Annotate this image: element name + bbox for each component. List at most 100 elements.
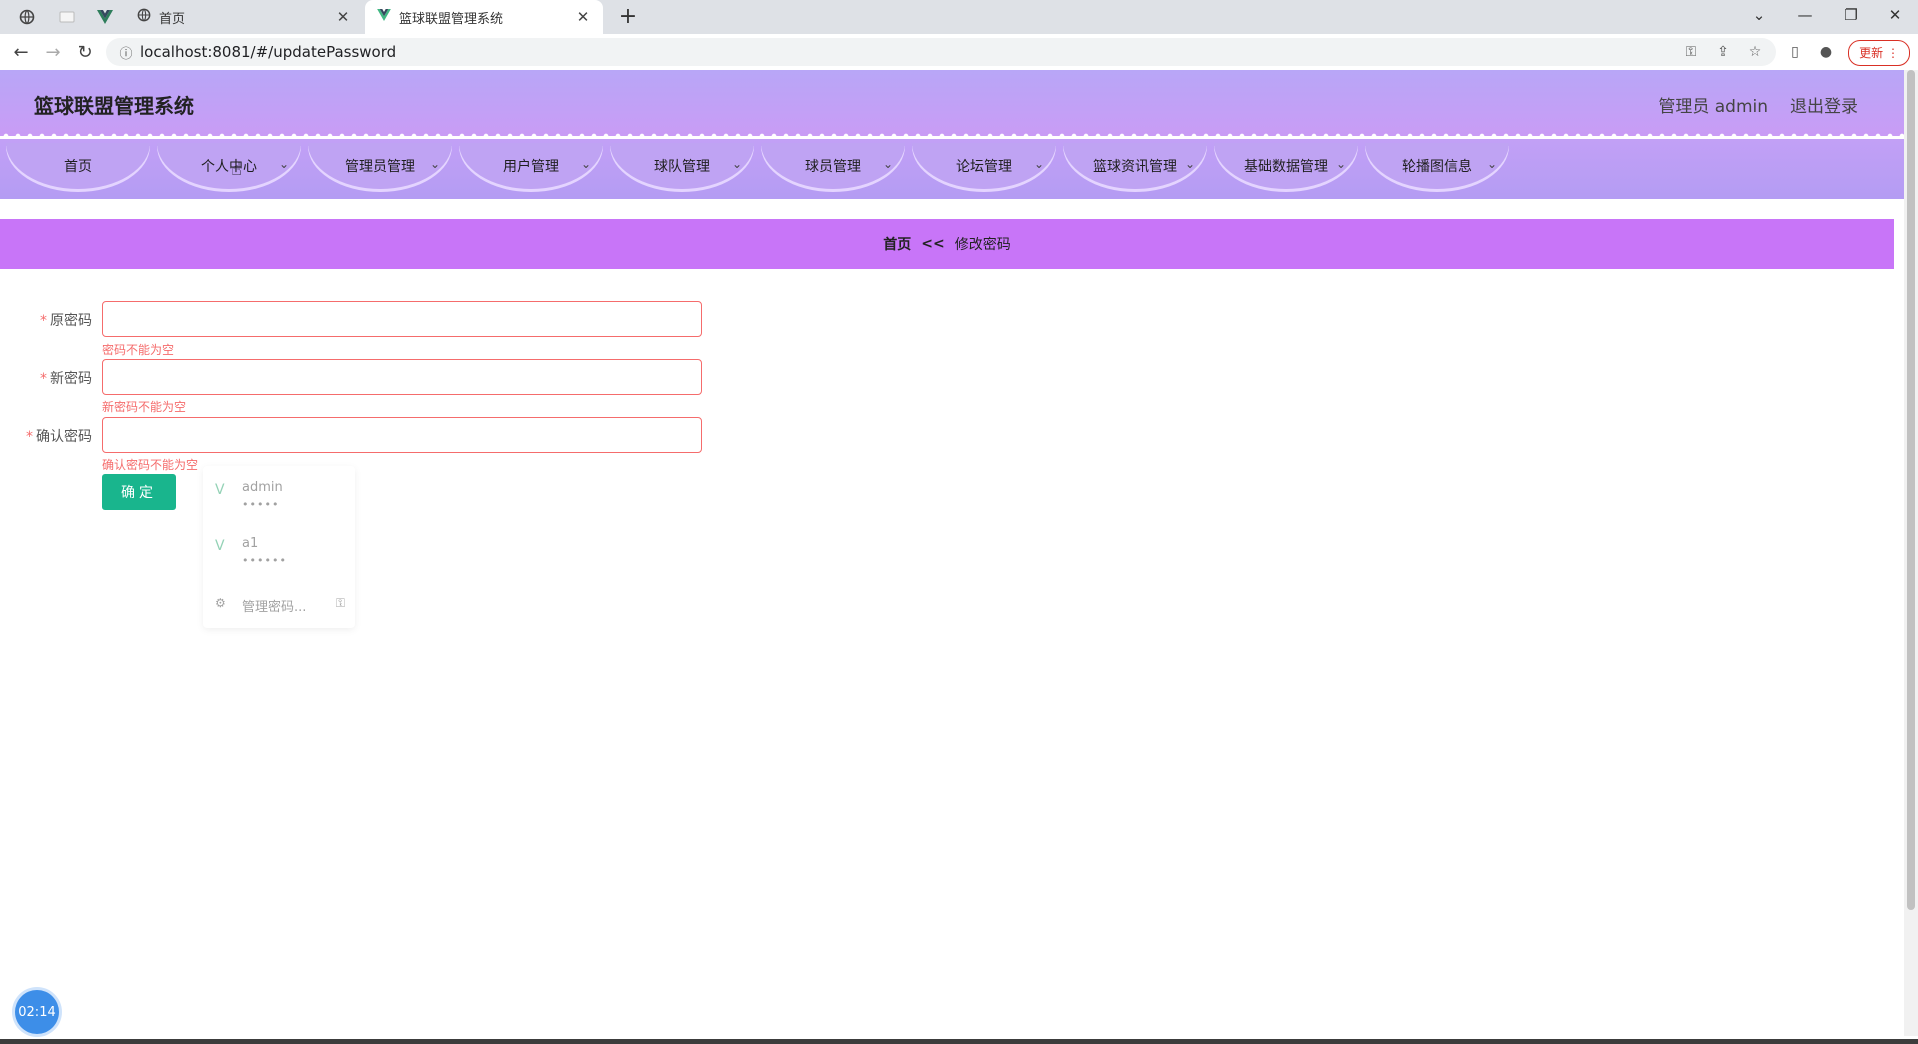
new-password-error: 新密码不能为空 (102, 400, 187, 414)
menu-item-label: 用户管理 (503, 159, 559, 175)
browser-tab-strip: 首页 ✕ 篮球联盟管理系统 ✕ + ⌄ — ❐ ✕ (0, 0, 1918, 34)
globe-icon (137, 8, 151, 26)
back-arrow-icon[interactable]: ← (8, 39, 34, 65)
taskbar-edge (0, 1039, 1918, 1044)
vue-logo-icon: V (215, 482, 225, 498)
new-password-input[interactable] (102, 359, 702, 395)
new-password-label: * 新密码 (0, 368, 92, 388)
forward-arrow-icon[interactable]: → (40, 39, 66, 65)
menu-item-label: 篮球资讯管理 (1093, 159, 1177, 175)
required-mark: * (40, 371, 47, 387)
restore-icon[interactable]: ❐ (1828, 0, 1874, 30)
side-panel-icon[interactable]: ▯ (1785, 42, 1805, 62)
vue-logo-icon: V (215, 538, 225, 554)
saved-password-mask: ••••• (242, 498, 280, 511)
pinned-tab-vue-icon[interactable] (94, 6, 116, 28)
app-header: 篮球联盟管理系统 管理员 admin 退出登录 (0, 70, 1904, 136)
old-password-input[interactable] (102, 301, 702, 337)
new-tab-button[interactable]: + (615, 4, 641, 30)
pinned-tab-globe-icon[interactable] (16, 6, 38, 28)
breadcrumb-home[interactable]: 首页 (883, 234, 911, 254)
window-close-icon[interactable]: ✕ (1872, 0, 1918, 30)
chevron-down-icon: ⌄ (278, 157, 289, 171)
menu-item-label: 基础数据管理 (1244, 159, 1328, 175)
share-icon[interactable]: ⇪ (1713, 42, 1733, 62)
logout-link[interactable]: 退出登录 (1790, 92, 1858, 117)
chevron-down-icon: ⌄ (580, 157, 591, 171)
minimize-icon[interactable]: — (1782, 0, 1828, 30)
required-mark: * (40, 313, 47, 329)
menu-item-news-management[interactable]: 篮球资讯管理 ⌄ (1063, 143, 1207, 189)
field-label-text: 新密码 (50, 371, 92, 387)
scrollbar-thumb[interactable] (1907, 70, 1915, 910)
saved-credential-a1[interactable]: V a1 •••••• (203, 526, 355, 576)
saved-username: a1 (242, 536, 259, 551)
tab-title: 首页 (159, 11, 186, 27)
menu-item-carousel-info[interactable]: 轮播图信息 ⌄ (1365, 143, 1509, 189)
close-icon[interactable]: ✕ (575, 8, 591, 26)
close-icon[interactable]: ✕ (335, 8, 351, 26)
confirm-password-error: 确认密码不能为空 (102, 458, 199, 472)
url-text[interactable]: localhost:8081/#/updatePassword (140, 43, 396, 61)
chevron-down-icon: ⌄ (1033, 157, 1044, 171)
floating-clock-badge[interactable]: 02:14 (15, 990, 59, 1034)
required-mark: * (26, 429, 33, 445)
key-icon[interactable]: ⚿ (1681, 42, 1701, 62)
tab-title: 篮球联盟管理系统 (399, 11, 504, 27)
reload-icon[interactable]: ↻ (72, 39, 98, 65)
key-icon: ⚿ (335, 596, 345, 610)
pinned-tab-blank-icon[interactable] (56, 6, 78, 28)
breadcrumb-current: 修改密码 (954, 237, 1011, 253)
menu-item-label: 首页 (64, 159, 92, 175)
manage-passwords-item[interactable]: ⚙ 管理密码... ⚿ (203, 590, 355, 620)
menu-item-label: 管理员管理 (345, 159, 415, 175)
saved-password-mask: •••••• (242, 554, 287, 567)
page-scrollbar[interactable] (1904, 70, 1918, 1036)
mouse-pointer-icon: ☝ (231, 159, 242, 180)
old-password-error: 密码不能为空 (102, 343, 175, 357)
settings-icon: ⚙ (215, 596, 226, 610)
manage-passwords-label: 管理密码... (242, 600, 307, 615)
menu-item-label: 论坛管理 (956, 159, 1012, 175)
saved-password-popup: V admin ••••• V a1 •••••• ⚙ 管理密码... ⚿ (203, 466, 355, 628)
menu-item-team-management[interactable]: 球队管理 ⌄ (610, 143, 754, 189)
confirm-button[interactable]: 确定 (102, 474, 176, 510)
chevron-down-icon: ⌄ (731, 157, 742, 171)
confirm-password-label: * 确认密码 (0, 426, 92, 446)
field-label-text: 确认密码 (36, 429, 92, 445)
address-toolbar: ← → ↻ ⓘ localhost:8081/#/updatePassword … (0, 34, 1918, 71)
address-bar[interactable]: ⓘ localhost:8081/#/updatePassword (106, 38, 1776, 66)
menu-item-label: 轮播图信息 (1402, 159, 1472, 175)
chevron-down-icon: ⌄ (429, 157, 440, 171)
chevron-down-icon: ⌄ (1335, 157, 1346, 171)
tab-search-icon[interactable]: ⌄ (1736, 0, 1782, 30)
profile-avatar-icon[interactable]: ● (1816, 42, 1836, 62)
site-info-icon[interactable]: ⓘ (112, 43, 140, 62)
saved-credential-admin[interactable]: V admin ••••• (203, 470, 355, 520)
menu-item-admin-management[interactable]: 管理员管理 ⌄ (308, 143, 452, 189)
menu-item-player-management[interactable]: 球员管理 ⌄ (761, 143, 905, 189)
bookmark-star-icon[interactable]: ☆ (1745, 42, 1765, 62)
menu-item-base-data-management[interactable]: 基础数据管理 ⌄ (1214, 143, 1358, 189)
main-nav-menu: 首页 个人中心 ⌄ 管理员管理 ⌄ 用户管理 ⌄ 球队管理 ⌄ 球员管理 ⌄ 论… (0, 139, 1904, 199)
browser-update-button[interactable]: 更新 ⋮ (1848, 40, 1910, 66)
menu-item-label: 个人中心 (201, 159, 257, 175)
menu-item-home[interactable]: 首页 (6, 143, 150, 189)
chevron-down-icon: ⌄ (1184, 157, 1195, 171)
breadcrumb-separator: << (921, 236, 945, 252)
menu-item-forum-management[interactable]: 论坛管理 ⌄ (912, 143, 1056, 189)
update-label: 更新 (1859, 46, 1884, 60)
old-password-label: * 原密码 (0, 310, 92, 330)
menu-item-personal-center[interactable]: 个人中心 ⌄ (157, 143, 301, 189)
tab-basketball-system[interactable]: 篮球联盟管理系统 ✕ (365, 0, 603, 34)
saved-username: admin (242, 480, 283, 495)
chevron-down-icon: ⌄ (1486, 157, 1497, 171)
confirm-password-input[interactable] (102, 417, 702, 453)
vue-logo-icon (377, 9, 391, 25)
menu-item-user-management[interactable]: 用户管理 ⌄ (459, 143, 603, 189)
chevron-down-icon: ⌄ (882, 157, 893, 171)
field-label-text: 原密码 (50, 313, 92, 329)
tab-home[interactable]: 首页 ✕ (125, 0, 363, 34)
menu-item-label: 球员管理 (805, 159, 861, 175)
app-title: 篮球联盟管理系统 (34, 94, 194, 118)
